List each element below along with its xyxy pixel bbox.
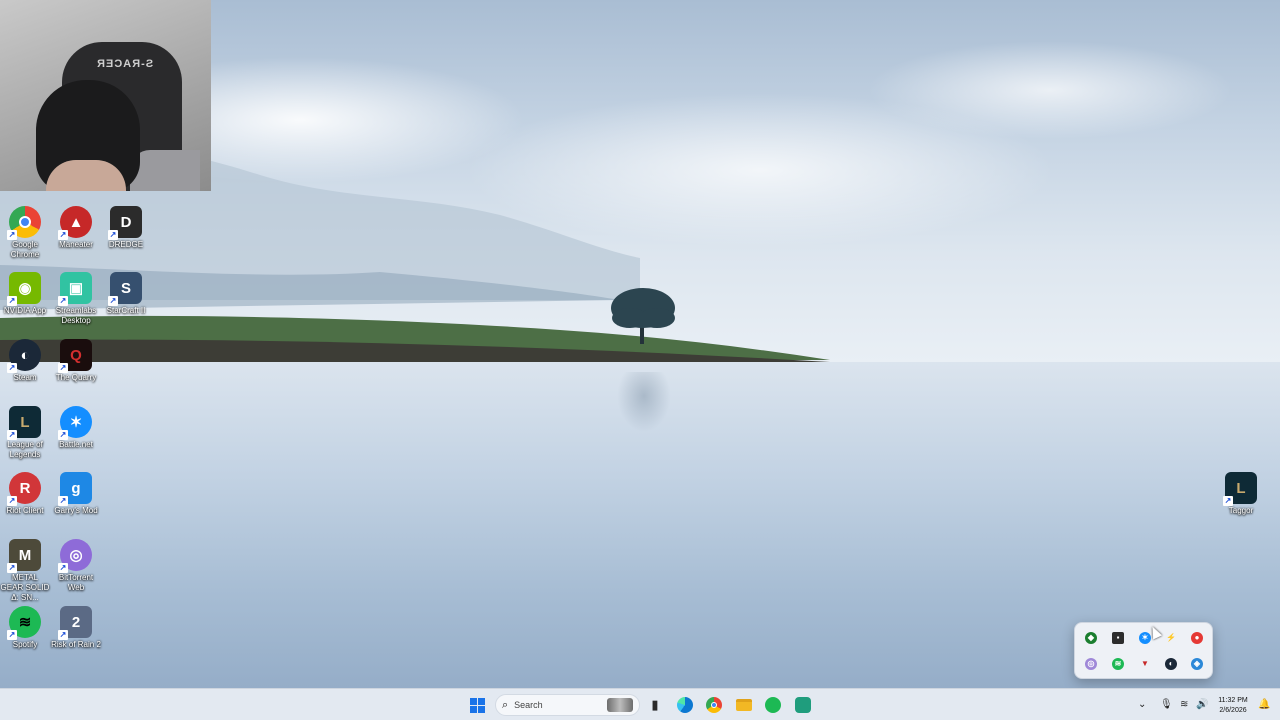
desktop-icon-label: Maneater (59, 240, 93, 249)
desktop-icon-label: Spotify (12, 640, 38, 649)
league-icon: L (7, 406, 41, 440)
desktop-icon-label: DREDGE (108, 240, 144, 249)
notification-bell-icon[interactable]: 🔔 (1258, 698, 1270, 712)
taskbar-edge[interactable] (674, 694, 696, 716)
desktop-icon-dredge[interactable]: D DREDGE (101, 200, 151, 266)
desktop-icon-bittorrent[interactable]: ◎ BitTorrent Web (51, 533, 101, 599)
desktop-icon-label: BitTorrent Web (58, 573, 94, 592)
taskbar: ⌕ Search ▮ ⌄ 🎙 ≋ 🔊 11:32 PM 2/6/2026 🔔 (0, 688, 1280, 720)
desktop-icon-label: Streamlabs Desktop (55, 306, 97, 325)
desktop-icon-label: Google Chrome (10, 240, 40, 259)
garrys-mod-icon: g (58, 472, 92, 506)
clock-date: 2/6/2026 (1219, 707, 1247, 714)
nvidia-tray-icon[interactable]: ▪ (1112, 632, 1124, 644)
metal-gear-icon: M (7, 539, 41, 573)
search-highlight-icon (607, 698, 633, 712)
defender-tray-icon[interactable]: ◈ (1191, 658, 1203, 670)
taskbar-streamlabs[interactable] (792, 694, 814, 716)
desktop-icon-riot-client[interactable]: R Riot Client (0, 466, 50, 532)
desktop-icon-label: League of Legends (7, 440, 43, 459)
steam-tray-icon[interactable]: ◐ (1165, 658, 1177, 670)
riot-client-icon: R (7, 472, 41, 506)
chrome-taskbar-icon (706, 697, 722, 713)
desktop-icon-maneater[interactable]: ▲ Maneater (51, 200, 101, 266)
streamer-shoulder (130, 150, 200, 191)
clock-time: 11:32 PM (1218, 697, 1248, 704)
streamlabs-taskbar-icon (795, 697, 811, 713)
desktop-icon-label: NVIDIA App (3, 306, 47, 315)
volume-icon[interactable]: 🔊 (1196, 698, 1208, 712)
chair-logo: S-RACER (96, 58, 154, 70)
league-icon: L (1223, 472, 1257, 506)
steam-icon: ◐ (7, 339, 41, 373)
desktop-icon-label: Battle.net (59, 440, 93, 449)
desktop-icon-label: Steam (13, 373, 37, 382)
task-view-icon: ▮ (651, 697, 659, 712)
chrome-icon (7, 206, 41, 240)
taskbar-spotify[interactable] (762, 694, 784, 716)
desktop-icon-label: StarCraft II (106, 306, 146, 315)
tray-overflow-flyout: ◆ ▪ ✶ ⚡ ● ◎ ≋ ▼ ◐ ◈ (1074, 622, 1213, 679)
desktop-icon-label: METAL GEAR SOLID Δ: SN... (0, 573, 50, 602)
dredge-icon: D (108, 206, 142, 240)
spotify-taskbar-icon (765, 697, 781, 713)
desktop-icon-risk-of-rain[interactable]: 2 Risk of Rain 2 (51, 600, 101, 666)
desktop-icon-league-of-legends[interactable]: L League of Legends (0, 400, 50, 466)
desktop-icon-garrys-mod[interactable]: g Garry's Mod (51, 466, 101, 532)
desktop-icon-label: Garry's Mod (54, 506, 98, 515)
search-icon: ⌕ (502, 698, 509, 711)
microphone-icon[interactable]: 🎙 (1160, 698, 1173, 712)
edge-icon (677, 697, 693, 713)
desktop-icon-label: Riot Client (6, 506, 44, 515)
taskbar-task-view[interactable]: ▮ (644, 694, 666, 716)
desktop-icon-battlenet[interactable]: ✶ Battle.net (51, 400, 101, 466)
desktop-icon-label: Risk of Rain 2 (51, 640, 101, 649)
bittorrent-tray-icon[interactable]: ◎ (1085, 658, 1097, 670)
taskbar-clock[interactable]: 11:32 PM 2/6/2026 (1210, 696, 1256, 716)
desktop-icon-google-chrome[interactable]: Google Chrome (0, 200, 50, 266)
desktop-icon-label: Taggor (1228, 506, 1254, 515)
battlenet-icon: ✶ (58, 406, 92, 440)
desktop-icon-the-quarry[interactable]: Q The Quarry (51, 333, 101, 399)
wifi-icon[interactable]: ≋ (1180, 698, 1188, 712)
start-button[interactable] (466, 694, 488, 716)
taskbar-chrome[interactable] (703, 694, 725, 716)
risk-of-rain-icon: 2 (58, 606, 92, 640)
desktop-icon-nvidia-app[interactable]: ◉ NVIDIA App (0, 266, 50, 332)
nvidia-icon: ◉ (7, 272, 41, 306)
desktop-icon-taggor[interactable]: L Taggor (1216, 466, 1266, 532)
streamlabs-icon: ▣ (58, 272, 92, 306)
desktop-icon-metal-gear[interactable]: M METAL GEAR SOLID Δ: SN... (0, 533, 50, 602)
maneater-icon: ▲ (58, 206, 92, 240)
search-placeholder: Search (514, 700, 543, 710)
file-explorer-icon (736, 699, 752, 711)
spotify-tray-icon[interactable]: ≋ (1112, 658, 1124, 670)
razer-tray-icon[interactable]: ◆ (1085, 632, 1097, 644)
chevron-up-icon[interactable]: ⌄ (1138, 698, 1146, 712)
desktop-icon-streamlabs[interactable]: ▣ Streamlabs Desktop (51, 266, 101, 332)
taskbar-file-explorer[interactable] (733, 694, 755, 716)
tree-reflection (617, 372, 671, 432)
starcraft-icon: S (108, 272, 142, 306)
the-quarry-icon: Q (58, 339, 92, 373)
battlenet-tray-icon[interactable]: ✶ (1139, 632, 1151, 644)
riot-tray-icon[interactable]: ▼ (1139, 658, 1151, 670)
webcam-overlay: S-RACER (0, 0, 211, 191)
desktop-icon-steam[interactable]: ◐ Steam (0, 333, 50, 399)
record-tray-icon[interactable]: ● (1191, 632, 1203, 644)
windows-logo-icon (469, 697, 485, 713)
desktop-icon-starcraft[interactable]: S StarCraft II (101, 266, 151, 332)
bittorrent-icon: ◎ (58, 539, 92, 573)
taskbar-search-box[interactable]: ⌕ Search (495, 694, 640, 716)
desktop-icon-label: The Quarry (55, 373, 97, 382)
bolt-tray-icon[interactable]: ⚡ (1165, 632, 1177, 644)
spotify-icon: ≋ (7, 606, 41, 640)
desktop-icon-spotify[interactable]: ≋ Spotify (0, 600, 50, 666)
